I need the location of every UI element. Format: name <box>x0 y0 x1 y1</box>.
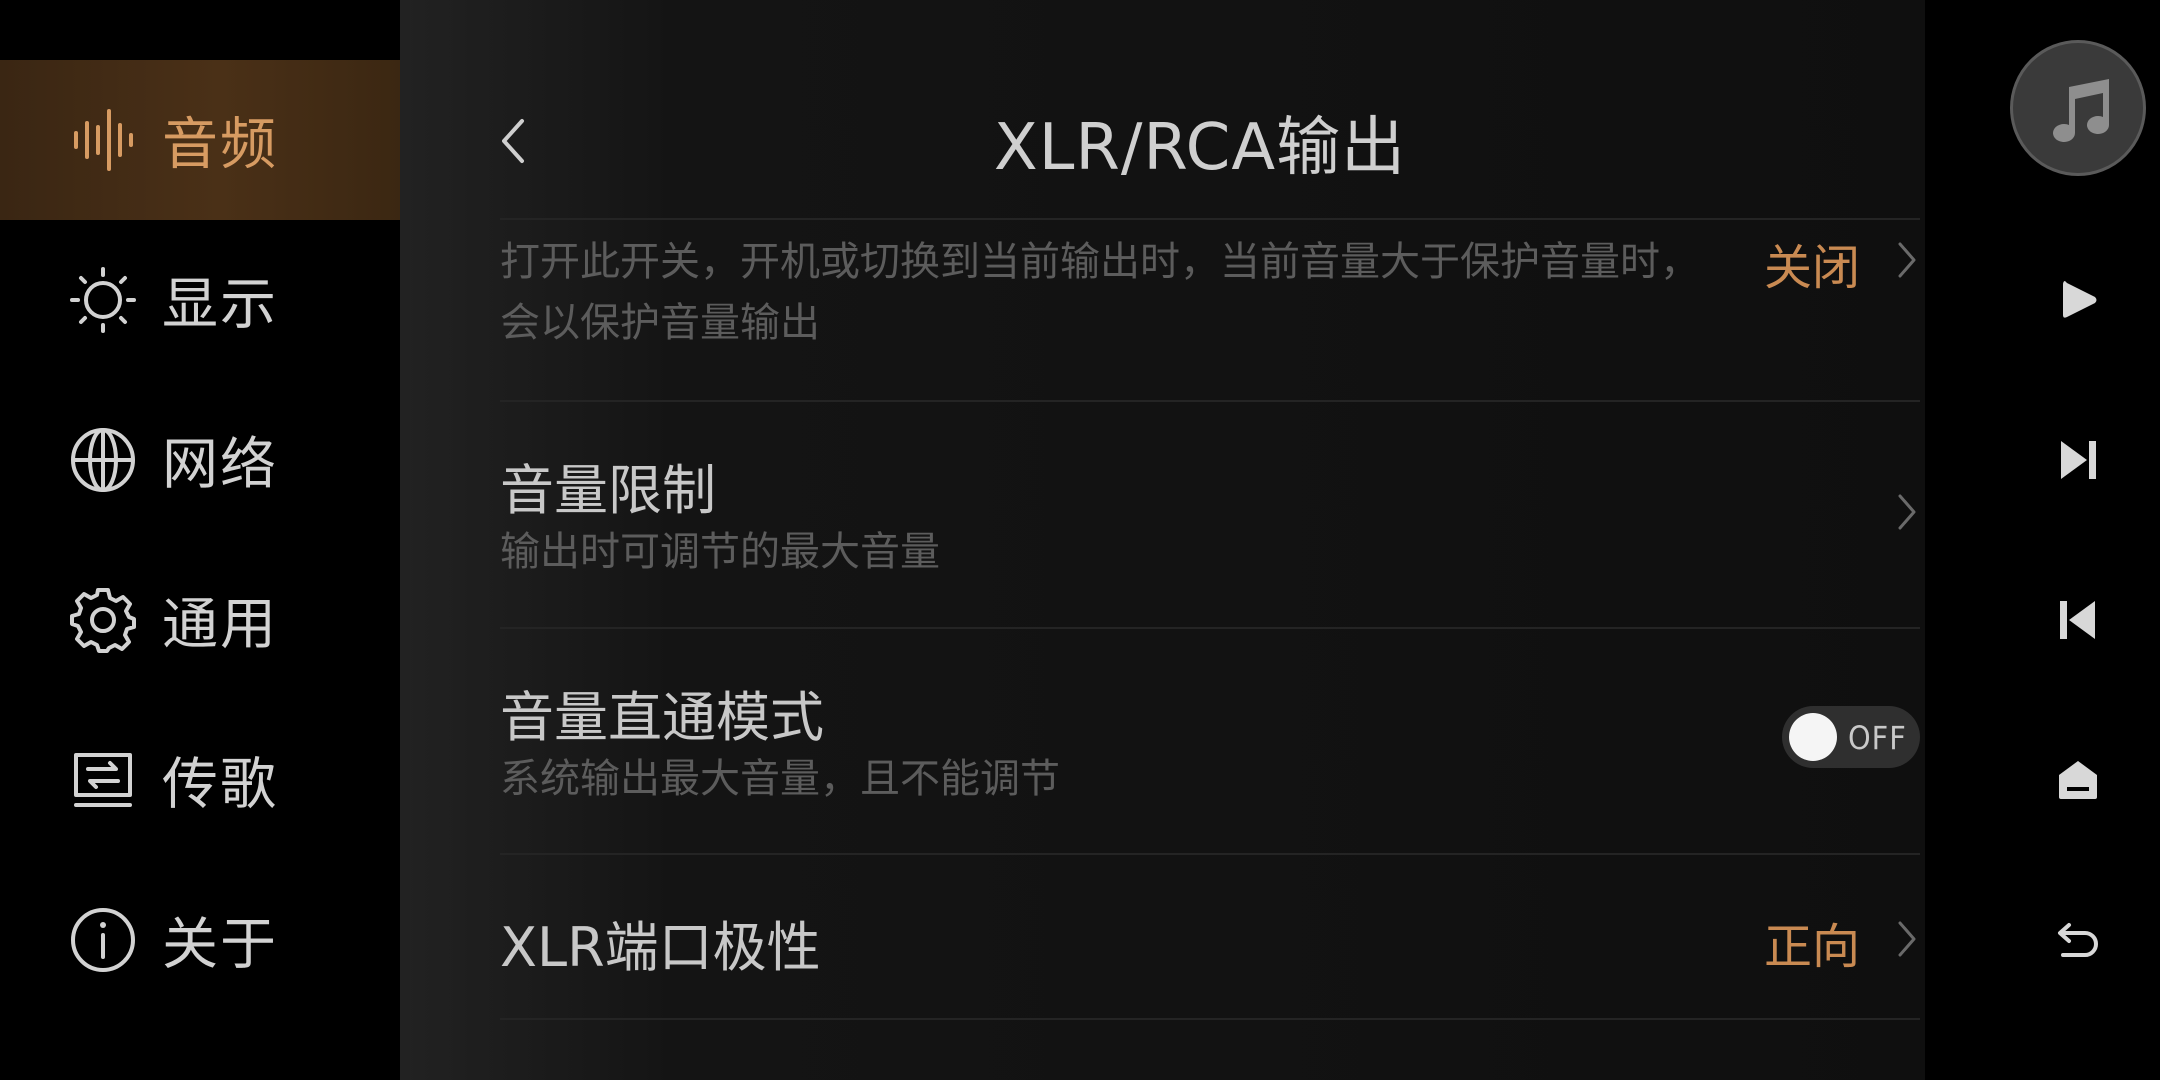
globe-icon <box>71 428 135 492</box>
row-description: 系统输出最大音量，且不能调节 <box>500 756 1060 802</box>
sidebar-item-transfer[interactable]: 传歌 <box>0 700 400 860</box>
skip-previous-icon[interactable] <box>2055 597 2101 643</box>
row-title: XLR端口极性 <box>500 916 821 979</box>
page-title: XLR/RCA输出 <box>993 111 1407 185</box>
direct-mode-toggle[interactable]: OFF <box>1782 706 1920 768</box>
control-bar <box>1925 0 2160 1080</box>
back-arrow-icon[interactable] <box>2055 917 2101 963</box>
sidebar-item-label: 网络 <box>162 432 278 498</box>
now-playing-button[interactable] <box>2010 40 2146 176</box>
chevron-right-icon <box>1898 494 1916 530</box>
transfer-icon <box>74 753 132 807</box>
settings-row-direct-mode: 音量直通模式 系统输出最大音量，且不能调节 OFF <box>500 629 1920 854</box>
row-description: 输出时可调节的最大音量 <box>500 529 940 575</box>
row-title: 音量直通模式 <box>500 686 824 749</box>
sidebar-item-display[interactable]: 显示 <box>0 220 400 380</box>
settings-row-volume-limit[interactable]: 音量限制 输出时可调节的最大音量 <box>500 402 1920 627</box>
toggle-label: OFF <box>1848 719 1907 757</box>
sidebar-item-label: 显示 <box>162 272 278 338</box>
music-note-icon <box>2053 79 2109 143</box>
audio-waveform-icon <box>74 109 133 171</box>
sidebar-item-network[interactable]: 网络 <box>0 380 400 540</box>
divider <box>500 1018 1920 1020</box>
row-description: 打开此开关，开机或切换到当前输出时，当前音量大于保护音量时，会以保护音量输出 <box>500 239 1700 346</box>
sidebar-item-label: 关于 <box>162 912 278 978</box>
home-icon[interactable] <box>2055 757 2101 803</box>
chevron-right-icon <box>1898 921 1916 957</box>
sun-icon <box>70 267 136 333</box>
row-value: 关闭 <box>1763 240 1860 296</box>
sidebar-item-label: 通用 <box>162 592 278 658</box>
settings-row-xlr-polarity[interactable]: XLR端口极性 正向 <box>500 855 1920 1018</box>
sidebar-item-general[interactable]: 通用 <box>0 540 400 700</box>
settings-panel: XLR/RCA输出 打开此开关，开机或切换到当前输出时，当前音量大于保护音量时，… <box>400 0 1925 1080</box>
sidebar-item-audio[interactable]: 音频 <box>0 60 400 220</box>
row-value: 正向 <box>1763 919 1860 975</box>
play-icon[interactable] <box>2055 277 2101 323</box>
header: XLR/RCA输出 <box>400 60 1925 220</box>
sidebar-item-about[interactable]: 关于 <box>0 860 400 1020</box>
settings-row-protect-volume[interactable]: 打开此开关，开机或切换到当前输出时，当前音量大于保护音量时，会以保护音量输出 关… <box>500 220 1920 400</box>
chevron-right-icon <box>1898 242 1916 278</box>
info-icon <box>71 908 135 972</box>
toggle-knob <box>1789 713 1837 761</box>
sidebar-item-label: 传歌 <box>162 752 278 818</box>
skip-next-icon[interactable] <box>2055 437 2101 483</box>
sidebar-item-label: 音频 <box>162 112 278 178</box>
row-title: 音量限制 <box>500 459 716 522</box>
sidebar: 音频 显示 网络 通用 传歌 关于 <box>0 0 400 1080</box>
gear-icon <box>70 588 136 653</box>
